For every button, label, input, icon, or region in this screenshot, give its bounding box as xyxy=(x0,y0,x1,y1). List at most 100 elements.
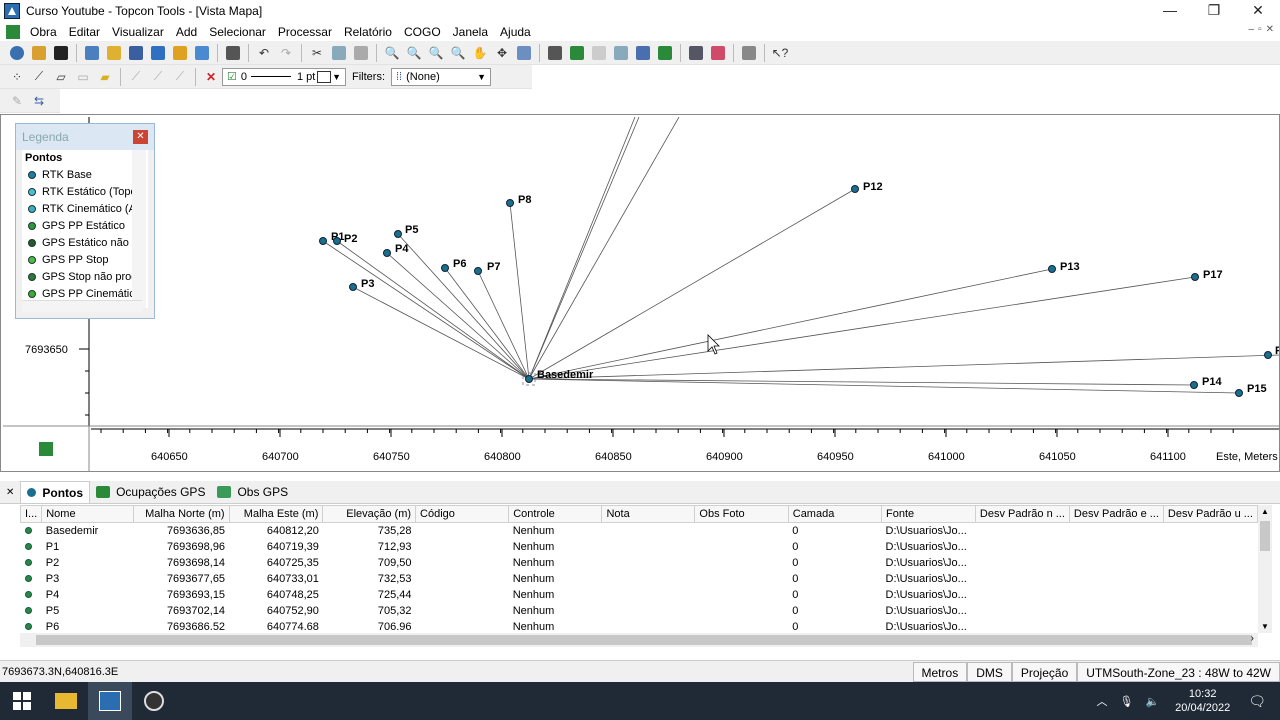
draw-rectangle-icon[interactable]: ▭ xyxy=(72,67,94,87)
tabular-view-icon[interactable] xyxy=(544,43,566,63)
tab-obs-gps[interactable]: Obs GPS xyxy=(211,481,294,503)
table-row[interactable]: P3 7693677,65 640733,01 732,53 Nenhum 0 D:\Usu… xyxy=(21,571,1258,587)
add-point-icon[interactable] xyxy=(81,43,103,63)
legend-item[interactable]: GPS PP Estático xyxy=(22,217,148,234)
legend-item[interactable]: GPS Stop não proc xyxy=(22,268,148,285)
column-header[interactable]: Elevação (m) xyxy=(322,505,417,523)
legend-item[interactable]: GPS PP Stop xyxy=(22,251,148,268)
paste-icon[interactable] xyxy=(350,43,372,63)
open-folder-icon[interactable] xyxy=(28,43,50,63)
menu-ajuda[interactable]: Ajuda xyxy=(494,25,537,39)
draw-line-icon[interactable]: ⟋ xyxy=(28,67,50,87)
map-point-p3[interactable] xyxy=(349,283,357,291)
units-indicator[interactable]: Metros xyxy=(912,661,968,682)
menu-cogo[interactable]: COGO xyxy=(398,25,447,39)
legend-item[interactable]: RTK Cinemático (A xyxy=(22,200,148,217)
menu-add[interactable]: Add xyxy=(170,25,203,39)
points-table[interactable]: I... Nome Malha Norte (m) Malha Este (m) Ele… xyxy=(20,505,1258,633)
legend-close-icon[interactable]: ✕ xyxy=(133,130,148,144)
map-point-p7[interactable] xyxy=(474,267,482,275)
redo-icon[interactable]: ↷ xyxy=(275,43,297,63)
projection-indicator[interactable]: Projeção xyxy=(1011,661,1078,682)
angle-format-indicator[interactable]: DMS xyxy=(967,661,1012,682)
menu-relatorio[interactable]: Relatório xyxy=(338,25,398,39)
windows-start-icon[interactable] xyxy=(0,682,44,720)
column-header[interactable]: Código xyxy=(415,505,510,523)
checkbox-icon[interactable]: ☑ xyxy=(227,70,237,83)
tray-chevron-icon[interactable]: ︿ xyxy=(1096,693,1107,709)
zoom-previous-icon[interactable]: 🔍 xyxy=(447,43,469,63)
zoom-in-icon[interactable]: 🔍 xyxy=(381,43,403,63)
draw-point-icon[interactable]: ⁘ xyxy=(6,67,28,87)
table-row[interactable]: P1 7693698,96 640719,39 712,93 Nenhum 0 D:\Usu… xyxy=(21,539,1258,555)
process-icon[interactable] xyxy=(685,43,707,63)
clock[interactable]: 10:32 20/04/2022 xyxy=(1175,687,1230,715)
filters-select[interactable]: ⁞⁞ (None) ▼ xyxy=(391,67,491,86)
legend-item[interactable]: RTK Estático (Topo xyxy=(22,183,148,200)
join-line-icon[interactable]: ⟋ xyxy=(147,67,169,87)
column-header[interactable]: Controle xyxy=(508,505,603,523)
link-icon[interactable] xyxy=(191,43,213,63)
speaker-icon[interactable]: 🔈 xyxy=(1145,695,1159,708)
occupation-view-icon[interactable] xyxy=(632,43,654,63)
move-icon[interactable]: ✥ xyxy=(491,43,513,63)
zoom-window-icon[interactable]: 🔍 xyxy=(425,43,447,63)
import-icon[interactable] xyxy=(103,43,125,63)
table-row[interactable]: P6 7693686.52 640774.68 706.96 Nenhum 0 D:\Usu… xyxy=(21,619,1258,634)
edit-vertex-icon[interactable]: ⟋ xyxy=(169,67,191,87)
copy-icon[interactable] xyxy=(328,43,350,63)
delete-icon[interactable]: ✕ xyxy=(200,67,222,87)
draw-polygon-icon[interactable]: ▱ xyxy=(50,67,72,87)
menu-obra[interactable]: Obra xyxy=(24,25,63,39)
map-canvas[interactable]: 7693650 640650 640700 640750 640800 640850 64… xyxy=(3,117,1279,471)
export-icon[interactable] xyxy=(169,43,191,63)
split-line-icon[interactable]: ⟋ xyxy=(125,67,147,87)
column-header[interactable]: Desv Padrão e ... xyxy=(1068,505,1164,523)
column-header[interactable]: Nota xyxy=(601,505,696,523)
map-point-p1[interactable] xyxy=(319,237,327,245)
menu-visualizar[interactable]: Visualizar xyxy=(106,25,170,39)
legend-horizontal-scrollbar[interactable] xyxy=(22,300,142,312)
map-point-p8[interactable] xyxy=(506,199,514,207)
map-point-p17[interactable] xyxy=(1191,273,1199,281)
cut-icon[interactable]: ✂ xyxy=(306,43,328,63)
pan-hand-icon[interactable]: ✋ xyxy=(469,43,491,63)
restore-icon[interactable]: ❐ xyxy=(1192,0,1236,22)
notification-icon[interactable]: 🗨 xyxy=(1248,693,1266,710)
zoom-extents-icon[interactable] xyxy=(513,43,535,63)
minimize-icon[interactable]: — xyxy=(1148,0,1192,22)
undo-icon[interactable]: ↶ xyxy=(253,43,275,63)
zoom-out-icon[interactable]: 🔍 xyxy=(403,43,425,63)
legend-panel[interactable]: Legenda ✕ Pontos RTK Base RTK Estático (T… xyxy=(15,123,155,319)
close-icon[interactable]: ✕ xyxy=(1236,0,1280,22)
legend-vertical-scrollbar[interactable] xyxy=(132,150,146,308)
column-header[interactable]: Obs Foto xyxy=(694,505,789,523)
menu-janela[interactable]: Janela xyxy=(447,25,494,39)
menu-editar[interactable]: Editar xyxy=(63,25,106,39)
zone-indicator[interactable]: UTMSouth-Zone_23 : 48W to 42W xyxy=(1077,661,1280,682)
table-row[interactable]: P5 7693702,14 640752,90 705,32 Nenhum 0 D:\Usu… xyxy=(21,603,1258,619)
map-point-edge[interactable] xyxy=(1264,351,1272,359)
legend-item[interactable]: RTK Base xyxy=(22,166,148,183)
microphone-icon[interactable]: 🎙 xyxy=(1119,695,1133,708)
table-row[interactable]: P4 7693693,15 640748,25 725,44 Nenhum 0 D:\Usu… xyxy=(21,587,1258,603)
column-header[interactable]: Malha Este (m) xyxy=(228,505,324,523)
map-point-p2[interactable] xyxy=(333,237,341,245)
tab-ocupacoes-gps[interactable]: Ocupações GPS xyxy=(90,481,211,503)
report-icon[interactable] xyxy=(738,43,760,63)
map-point-p5[interactable] xyxy=(394,230,402,238)
pencil-icon[interactable]: ✎ xyxy=(6,91,28,111)
mdi-window-icon[interactable] xyxy=(6,24,20,39)
topcon-tools-taskbar-icon[interactable] xyxy=(88,682,132,720)
gps-icon[interactable] xyxy=(147,43,169,63)
map-point-p13[interactable] xyxy=(1048,265,1056,273)
table-row[interactable]: P2 7693698,14 640725,35 709,50 Nenhum 0 D:\Usu… xyxy=(21,555,1258,571)
cad-view-icon[interactable] xyxy=(610,43,632,63)
settings-icon[interactable] xyxy=(6,43,28,63)
map-point-p15[interactable] xyxy=(1235,389,1243,397)
column-header[interactable]: I... xyxy=(20,505,43,523)
map-view-icon[interactable] xyxy=(566,43,588,63)
column-header[interactable]: Camada xyxy=(787,505,883,523)
help-pointer-icon[interactable]: ↖? xyxy=(769,43,791,63)
column-header[interactable]: Malha Norte (m) xyxy=(132,505,230,523)
